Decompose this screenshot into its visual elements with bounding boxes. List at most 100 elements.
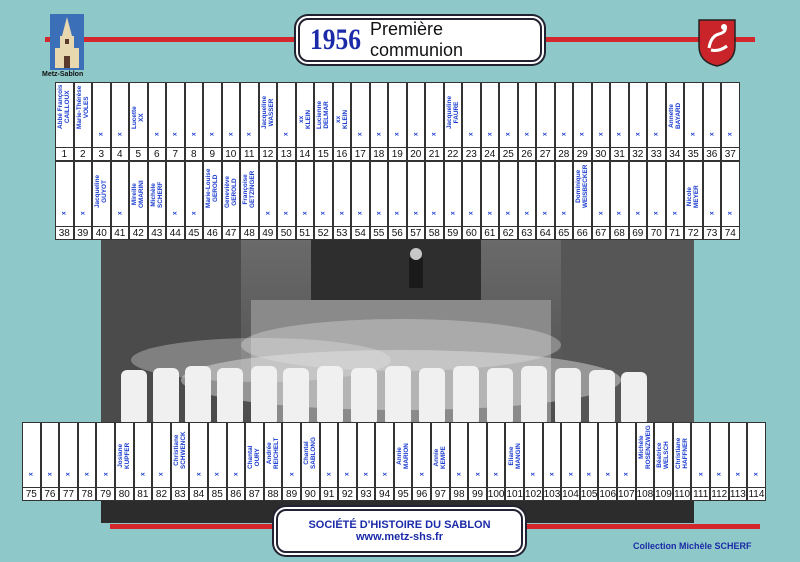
position-number: 13 [277,148,296,161]
name-cell: x [332,161,351,227]
numbers-row-3: 75 76 77 78 79 80 81 82 83 84 85 86 87 88 89 90 91 92 93 94… [22,488,766,501]
footer-society-name: SOCIÉTÉ D'HISTOIRE DU SABLON [308,519,491,531]
person-name: x [634,211,642,215]
name-cell: x [691,422,710,488]
person-name: x [375,211,383,215]
name-cell: Annette BAYARD [665,82,684,148]
person-name: x [356,211,364,215]
person-name: x [523,211,531,215]
name-cell: x [610,82,629,148]
name-cell: x [351,161,370,227]
position-number: 87 [245,488,264,501]
name-cell: Michèle ROSENZWEIG [635,422,655,488]
person-name: x [375,132,383,136]
name-cell: Chantal OURY [245,422,264,488]
position-number: 34 [665,148,684,161]
name-cell: x [388,161,407,227]
position-number: 28 [554,148,573,161]
name-cell: x [449,422,469,488]
person-name: x [157,472,165,476]
name-cell: Mireille OMARINI [129,161,148,227]
name-cell: x [77,422,97,488]
position-number: 103 [542,488,562,501]
position-number: 51 [295,227,314,240]
name-cell: x [591,82,610,148]
position-number: 16 [332,148,351,161]
position-number: 92 [338,488,357,501]
position-number: 88 [263,488,283,501]
name-cell: Geneviève GEROLD [221,161,240,227]
position-number: 5 [129,148,148,161]
position-number: 83 [170,488,190,501]
name-cell: xx KLEIN [332,82,351,148]
person-name: x [455,472,463,476]
position-number: 49 [258,227,277,240]
name-cell: x [96,422,115,488]
person-name: x [689,132,697,136]
person-name: x [529,472,537,476]
position-number: 75 [22,488,41,501]
position-number: 72 [684,227,703,240]
position-number: 84 [189,488,208,501]
name-cell: x [702,161,721,227]
position-number: 10 [221,148,240,161]
name-cell: x [73,161,92,227]
footer-box: SOCIÉTÉ D'HISTOIRE DU SABLON www.metz-sh… [276,509,523,553]
name-cell: x [536,82,555,148]
position-number: 97 [431,488,450,501]
position-number: 31 [610,148,629,161]
person-name: x [325,472,333,476]
name-cell: x [152,422,171,488]
name-cell: Josiane KUPFER [114,422,134,488]
position-number: 71 [665,227,684,240]
person-name: Jacqueline GUYOT [94,174,109,208]
position-number: 1 [55,148,74,161]
name-cell: x [59,422,78,488]
name-cell: x [610,161,629,227]
name-cell: x [375,422,394,488]
position-number: 6 [147,148,166,161]
person-name: x [597,132,605,136]
person-name: x [430,132,438,136]
position-number: 52 [314,227,333,240]
position-number: 47 [221,227,240,240]
position-number: 67 [591,227,610,240]
name-cell: x [388,82,407,148]
person-name: x [708,132,716,136]
position-number: 66 [573,227,592,240]
person-name: x [597,211,605,215]
person-name: x [282,132,290,136]
person-name: x [338,211,346,215]
name-cell: x [709,422,729,488]
person-name: x [393,211,401,215]
name-cell: x [665,161,684,227]
person-name: x [615,132,623,136]
name-cell: x [542,422,562,488]
person-name: Annie MARION [396,443,411,469]
position-number: 94 [375,488,394,501]
position-number: 64 [536,227,555,240]
person-name: x [726,211,734,215]
position-number: 59 [443,227,462,240]
person-name: x [467,132,475,136]
name-cell: Jacqueline GUYOT [92,161,111,227]
person-name: Christiane HAFFNER [675,437,690,469]
position-number: 85 [207,488,227,501]
footer-website-link[interactable]: www.metz-shs.fr [356,531,443,543]
person-name: x [102,472,110,476]
person-name: Françoise GETZINGER [242,170,257,208]
name-cell: x [462,161,481,227]
name-cell: Lucette XX [129,82,148,148]
person-name: x [319,211,327,215]
name-cell: x [499,82,518,148]
name-cell: Christiane SCHWENCK [170,422,190,488]
person-name: x [381,472,389,476]
position-number: 39 [73,227,92,240]
position-number: 21 [425,148,444,161]
person-name: x [288,472,296,476]
position-number: 17 [351,148,370,161]
person-name: x [60,211,68,215]
name-cell: x [166,161,185,227]
position-number: 68 [610,227,629,240]
position-number: 9 [203,148,222,161]
